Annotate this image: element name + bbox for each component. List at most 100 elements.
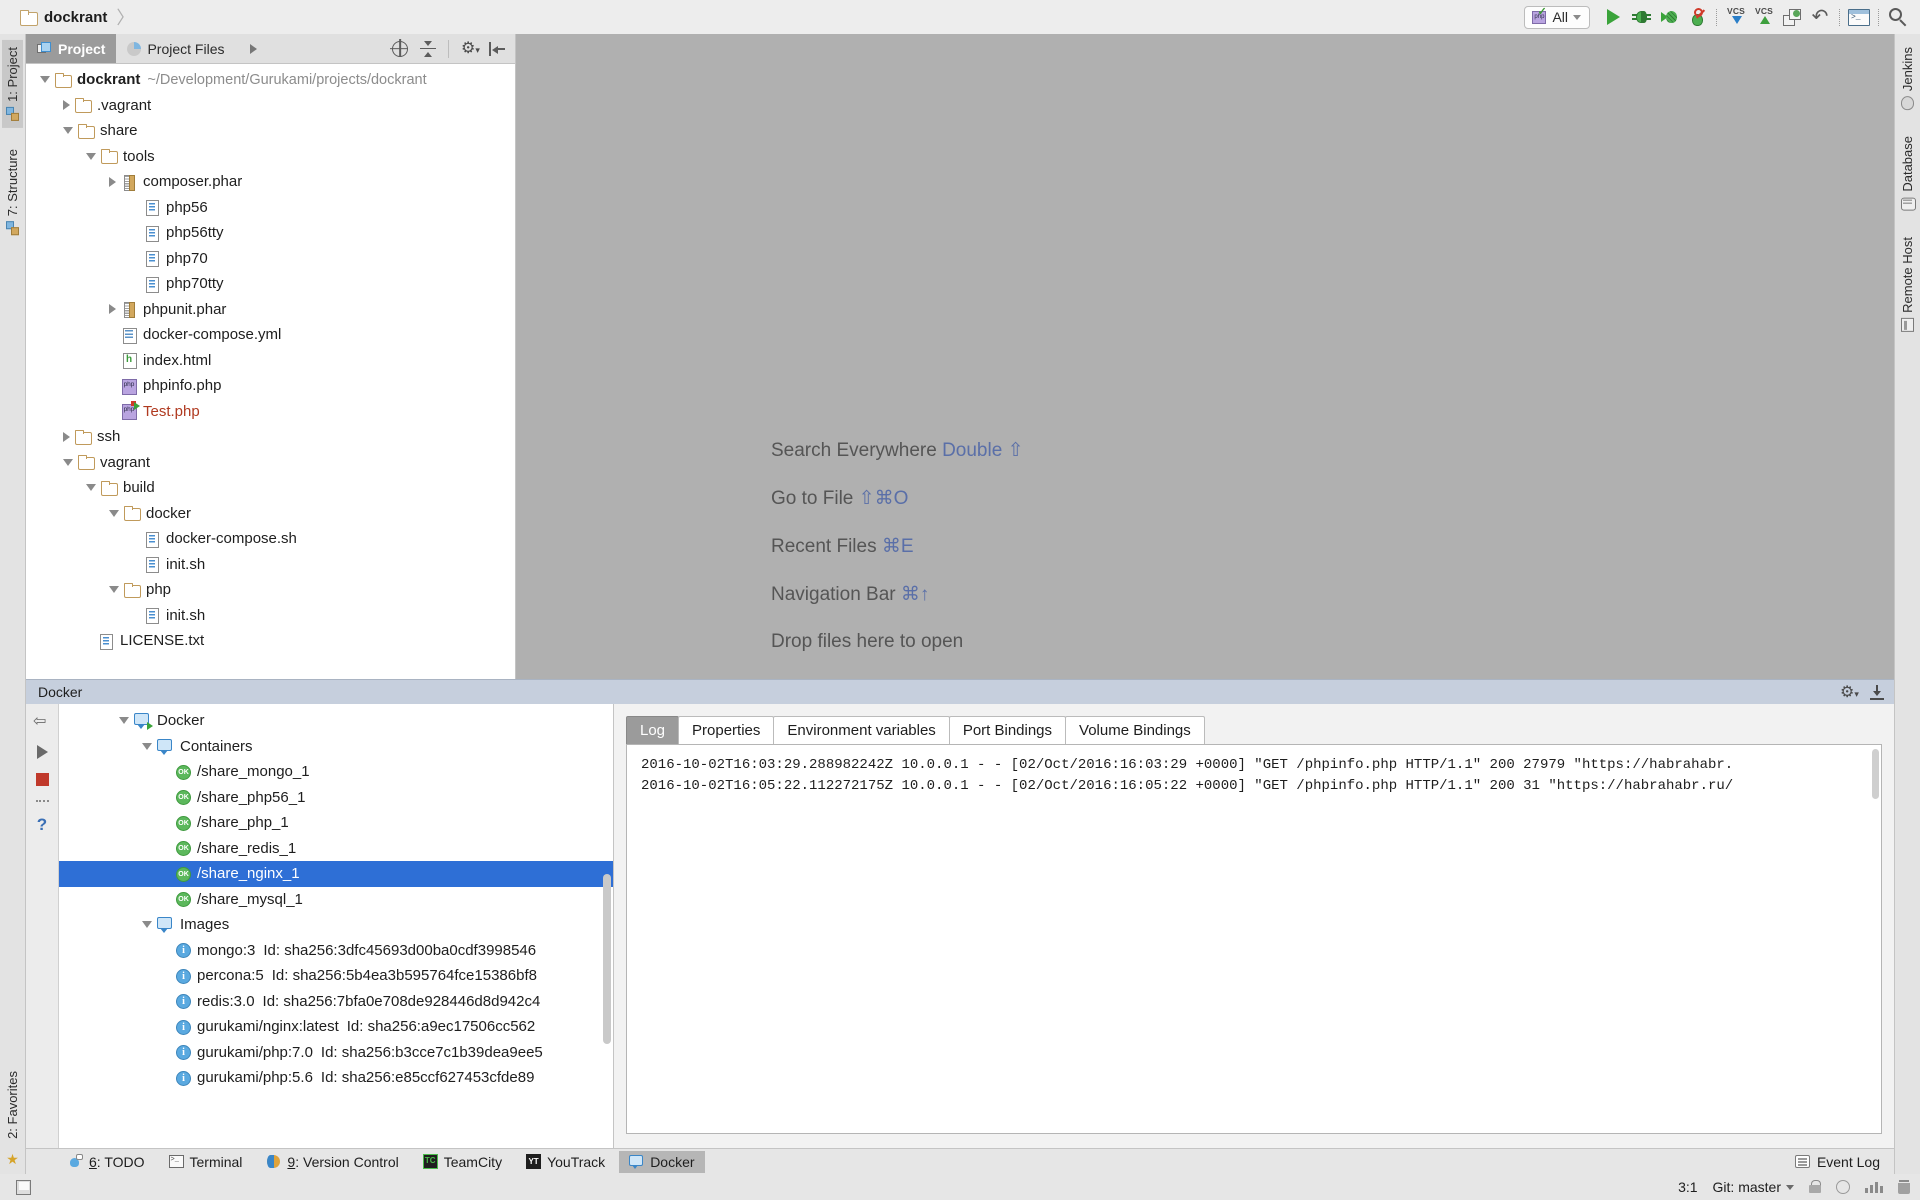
tab-project[interactable]: Project: [26, 34, 116, 63]
toolwindow-button-6-todo[interactable]: 6: TODO: [58, 1151, 155, 1173]
tree-row[interactable]: init.sh: [26, 552, 515, 578]
toolwindow-button-teamcity[interactable]: TeamCity: [413, 1151, 512, 1173]
tree-row[interactable]: docker: [26, 501, 515, 527]
chevron-right-icon[interactable]: [109, 177, 116, 187]
tree-row[interactable]: Test.php: [26, 399, 515, 425]
toolwindow-button-youtrack[interactable]: YouTrack: [516, 1151, 615, 1173]
docker-tree-scrollbar[interactable]: [603, 874, 611, 1044]
docker-tree-row[interactable]: gurukami/nginx:latestId: sha256:a9ec1750…: [59, 1014, 613, 1040]
event-log-button[interactable]: Event Log: [1795, 1154, 1880, 1170]
toolwindow-button-terminal[interactable]: Terminal: [159, 1151, 253, 1173]
sidebar-item-remote-host[interactable]: Remote Host: [1897, 230, 1918, 339]
tree-row[interactable]: vagrant: [26, 450, 515, 476]
tab-volume-bindings[interactable]: Volume Bindings: [1065, 716, 1205, 744]
tab-log[interactable]: Log: [626, 716, 679, 744]
docker-tree-row[interactable]: /share_redis_1: [59, 836, 613, 862]
vcs-commit-button[interactable]: VCS: [1750, 3, 1778, 31]
start-container-icon[interactable]: [37, 745, 48, 759]
tree-row[interactable]: tools: [26, 144, 515, 170]
rollback-button[interactable]: ↶: [1806, 3, 1834, 31]
chevron-down-icon[interactable]: [109, 586, 119, 593]
chevron-down-icon[interactable]: [86, 153, 96, 160]
docker-tree-row[interactable]: /share_mongo_1: [59, 759, 613, 785]
chevron-down-icon[interactable]: [63, 127, 73, 134]
memory-indicator-icon[interactable]: [1865, 1182, 1883, 1193]
tree-row[interactable]: php70: [26, 246, 515, 272]
run-configuration-selector[interactable]: ✓ All: [1524, 6, 1590, 29]
docker-tree-row[interactable]: gurukami/php:7.0Id: sha256:b3cce7c1b39de…: [59, 1040, 613, 1066]
chevron-down-icon[interactable]: [86, 484, 96, 491]
caret-position[interactable]: 3:1: [1678, 1179, 1697, 1195]
docker-tree-row-selected[interactable]: /share_nginx_1: [59, 861, 613, 887]
tree-row[interactable]: .vagrant: [26, 93, 515, 119]
tab-environment-variables[interactable]: Environment variables: [773, 716, 949, 744]
tree-row[interactable]: php: [26, 577, 515, 603]
settings-gear-icon[interactable]: ⚙▾: [461, 41, 477, 57]
tree-row[interactable]: docker-compose.yml: [26, 322, 515, 348]
stop-container-icon[interactable]: [36, 773, 49, 786]
run-with-coverage-button[interactable]: [1655, 3, 1683, 31]
docker-tree-row[interactable]: percona:5Id: sha256:5b4ea3b595764fce1538…: [59, 963, 613, 989]
chevron-down-icon[interactable]: [142, 921, 152, 928]
tab-project-files[interactable]: Project Files: [116, 34, 235, 63]
debug-button[interactable]: [1627, 3, 1655, 31]
chevron-right-icon[interactable]: [63, 432, 70, 442]
sidebar-item-project[interactable]: 1: Project: [2, 40, 23, 128]
docker-tree-row[interactable]: Images: [59, 912, 613, 938]
sidebar-item-database[interactable]: Database: [1897, 129, 1918, 218]
docker-tree-row[interactable]: redis:3.0Id: sha256:7bfa0e708de928446d8d…: [59, 989, 613, 1015]
tree-row[interactable]: build: [26, 475, 515, 501]
chevron-right-icon[interactable]: [63, 100, 70, 110]
docker-log-box[interactable]: 2016-10-02T16:03:29.288982242Z 10.0.0.1 …: [626, 744, 1882, 1134]
docker-tree-row[interactable]: Containers: [59, 734, 613, 760]
tree-row[interactable]: php56: [26, 195, 515, 221]
tree-row[interactable]: composer.phar: [26, 169, 515, 195]
collapse-all-icon[interactable]: [420, 41, 436, 57]
editor-empty-area[interactable]: Search Everywhere Double ⇧Go to File ⇧⌘O…: [516, 34, 1894, 679]
status-left-icon[interactable]: [16, 1180, 31, 1195]
docker-tree-row[interactable]: /share_php_1: [59, 810, 613, 836]
tree-row[interactable]: php56tty: [26, 220, 515, 246]
settings-gear-icon[interactable]: ⚙▾: [1840, 685, 1856, 701]
stop-debug-button[interactable]: [1683, 3, 1711, 31]
docker-tree-row[interactable]: gurukami/php:5.6Id: sha256:e85ccf627453c…: [59, 1065, 613, 1091]
tree-row[interactable]: dockrant~/Development/Gurukami/projects/…: [26, 67, 515, 93]
lock-icon[interactable]: [1809, 1180, 1821, 1194]
tree-row[interactable]: php70tty: [26, 271, 515, 297]
sidebar-item-jenkins[interactable]: Jenkins: [1897, 40, 1918, 117]
download-icon[interactable]: [1870, 685, 1884, 700]
docker-tree-row[interactable]: Docker: [59, 708, 613, 734]
docker-tree[interactable]: DockerContainers/share_mongo_1/share_php…: [59, 704, 614, 1148]
toolwindow-button-9-version-control[interactable]: 9: Version Control: [256, 1151, 408, 1173]
chevron-right-icon[interactable]: [109, 304, 116, 314]
project-tree[interactable]: dockrant~/Development/Gurukami/projects/…: [26, 64, 515, 679]
chevron-down-icon[interactable]: [142, 743, 152, 750]
sidebar-item-favorites[interactable]: 2: Favorites: [2, 1064, 23, 1146]
chevron-down-icon[interactable]: [109, 510, 119, 517]
tree-row[interactable]: phpinfo.php: [26, 373, 515, 399]
chevron-down-icon[interactable]: [63, 459, 73, 466]
sync-icon[interactable]: [1836, 1180, 1850, 1194]
help-icon[interactable]: ?: [37, 816, 47, 834]
tree-row[interactable]: share: [26, 118, 515, 144]
scroll-from-source-icon[interactable]: [392, 41, 408, 57]
docker-tree-row[interactable]: /share_mysql_1: [59, 887, 613, 913]
tree-row[interactable]: docker-compose.sh: [26, 526, 515, 552]
docker-tree-row[interactable]: /share_php56_1: [59, 785, 613, 811]
chevron-down-icon[interactable]: [119, 717, 129, 724]
log-scrollbar[interactable]: [1872, 749, 1879, 799]
vcs-history-button[interactable]: [1778, 3, 1806, 31]
tree-row[interactable]: LICENSE.txt: [26, 628, 515, 654]
trash-icon[interactable]: [1898, 1180, 1910, 1194]
terminal-button[interactable]: [1845, 3, 1873, 31]
tree-row[interactable]: init.sh: [26, 603, 515, 629]
toolwindow-button-docker[interactable]: Docker: [619, 1151, 704, 1173]
chevron-down-icon[interactable]: [40, 76, 50, 83]
tree-row[interactable]: index.html: [26, 348, 515, 374]
more-tabs-icon[interactable]: [250, 44, 257, 54]
run-button[interactable]: [1599, 3, 1627, 31]
tab-port-bindings[interactable]: Port Bindings: [949, 716, 1066, 744]
git-branch-widget[interactable]: Git: master: [1713, 1179, 1794, 1195]
search-everywhere-button[interactable]: [1884, 3, 1912, 31]
tree-row[interactable]: phpunit.phar: [26, 297, 515, 323]
